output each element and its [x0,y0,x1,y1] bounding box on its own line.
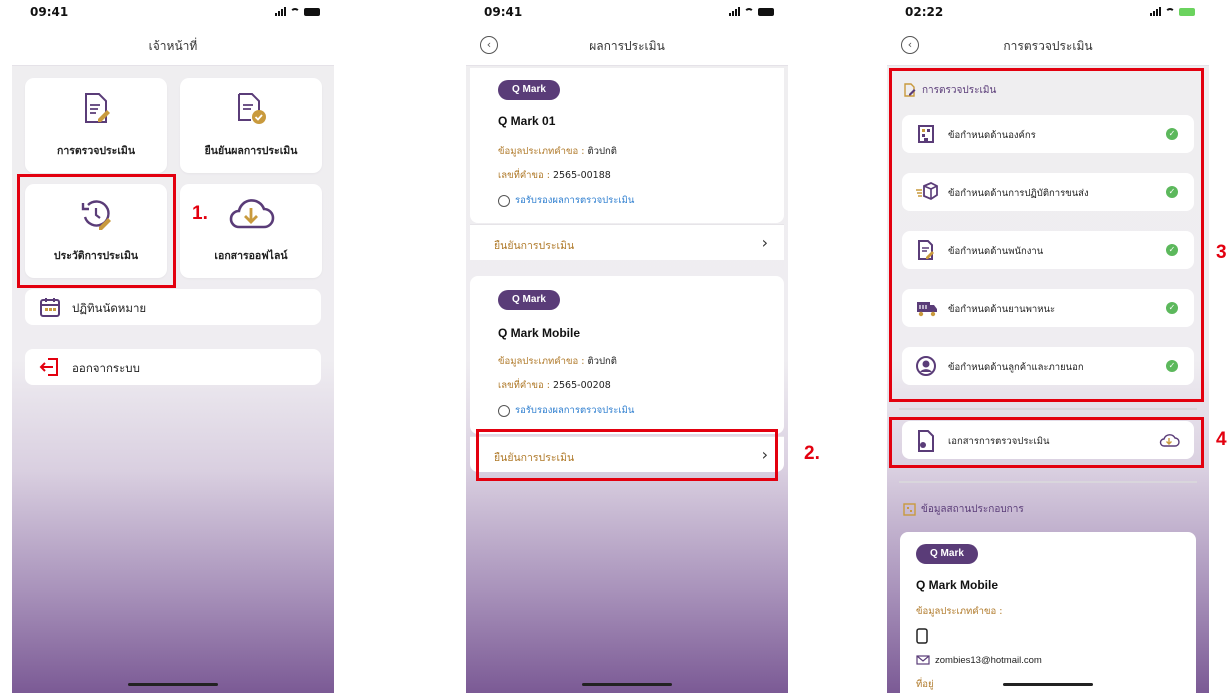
status-bar: 09:41 [466,0,788,28]
phone-screen-assessment-results: 09:41 ‹ ผลการประเมิน Q Mark Q Mark 01 ข้… [466,0,788,693]
tile-label: การตรวจประเมิน [56,145,136,157]
row-label: ปฏิทินนัดหมาย [72,301,147,315]
request-type-label: ข้อมูลประเภทคำขอ : [498,146,585,157]
mail-icon [916,655,930,666]
request-number-value: 2565-00208 [552,380,611,391]
section-header-place: ข้อมูลสถานประกอบการ [903,502,1024,517]
step-marker-4: 4 [1216,429,1227,450]
section-title: ข้อมูลสถานประกอบการ [921,504,1024,515]
calendar-row[interactable]: ปฏิทินนัดหมาย [25,289,321,325]
divider [899,408,1197,410]
wifi-icon [744,8,754,16]
request-number: เลขที่คำขอ : 2565-00188 [498,168,611,183]
tile-label: ยืนยันผลการประเมิน [204,145,298,157]
tile-label: เอกสารออฟไลน์ [214,250,288,262]
radio-circle-icon [498,404,510,417]
qmark-badge: Q Mark [916,544,978,564]
status-time: 09:41 [484,5,523,19]
highlight-box-requirements [889,68,1204,402]
status-icons [1150,7,1195,16]
page-title: ผลการประเมิน [589,39,665,53]
status-bar: 02:22 [887,0,1209,28]
status-label: รอรับรองผลการตรวจประเมิน [515,195,635,206]
nav-bar: ‹ ผลการประเมิน [466,28,788,66]
approved-document-icon [238,93,266,124]
phone-screen-officer-menu: 09:41 เจ้าหน้าที่ การตรวจประเมิน ยืนยันผ… [12,0,334,693]
confirm-label: ยืนยันการประเมิน [494,240,575,252]
page-title: เจ้าหน้าที่ [148,39,198,53]
assessment-card-2: Q Mark Q Mark Mobile ข้อมูลประเภทคำขอ : … [470,276,784,434]
signal-icon [729,7,740,16]
divider [899,481,1197,483]
logout-icon [39,358,58,376]
chevron-right-icon: › [761,233,768,252]
status-radio[interactable]: รอรับรองผลการตรวจประเมิน [498,403,634,418]
step-marker-1: 1. [192,203,208,224]
status-icons [729,7,774,16]
card-title: Q Mark Mobile [916,578,999,592]
email-value: zombies13@hotmail.com [935,655,1042,666]
cloud-download-icon [229,199,275,229]
request-type: ข้อมูลประเภทคำขอ : [916,604,1002,619]
request-type-label: ข้อมูลประเภทคำขอ : [916,606,1003,617]
confirm-assessment-button-1[interactable]: ยืนยันการประเมิน › [470,224,784,260]
nav-bar: เจ้าหน้าที่ [12,28,334,66]
radio-circle-icon [498,194,510,207]
place-card: Q Mark Q Mark Mobile ข้อมูลประเภทคำขอ : … [900,532,1196,693]
assessment-card-1: Q Mark Q Mark 01 ข้อมูลประเภทคำขอ : ติวป… [470,68,784,223]
status-label: รอรับรองผลการตรวจประเมิน [515,405,635,416]
request-number-value: 2565-00188 [552,170,611,181]
request-type-value: ติวปกติ [587,146,617,157]
home-indicator [128,683,218,686]
qmark-badge: Q Mark [498,290,560,310]
signal-icon [275,7,286,16]
request-type: ข้อมูลประเภทคำขอ : ติวปกติ [498,144,617,159]
page-title: การตรวจประเมิน [1003,39,1093,53]
battery-charging-icon [1179,8,1195,16]
card-title: Q Mark 01 [498,114,556,128]
request-number-label: เลขที่คำขอ : [498,170,550,181]
tile-offline-documents[interactable]: เอกสารออฟไลน์ [180,184,322,278]
request-type-label: ข้อมูลประเภทคำขอ : [498,356,585,367]
calendar-icon [40,298,60,317]
request-number: เลขที่คำขอ : 2565-00208 [498,378,611,393]
status-icons [275,7,320,16]
qmark-badge: Q Mark [498,80,560,100]
request-type: ข้อมูลประเภทคำขอ : ติวปกติ [498,354,617,369]
status-bar: 09:41 [12,0,334,28]
request-number-label: เลขที่คำขอ : [498,380,550,391]
address-label: ที่อยู่ [916,679,934,690]
status-time: 09:41 [30,5,69,19]
logout-row[interactable]: ออกจากระบบ [25,349,321,385]
nav-bar: ‹ การตรวจประเมิน [887,28,1209,66]
email-line: zombies13@hotmail.com [916,655,1042,666]
request-type-value: ติวปกติ [587,356,617,367]
highlight-box-confirm [476,429,778,481]
home-indicator [582,683,672,686]
highlight-box-documents [889,417,1204,468]
tile-confirm-results[interactable]: ยืนยันผลการประเมิน [180,78,322,173]
home-indicator [1003,683,1093,686]
wifi-icon [290,8,300,16]
row-label: ออกจากระบบ [72,361,140,375]
step-marker-3: 3 [1216,242,1227,263]
battery-icon [304,8,320,16]
edit-document-icon [85,93,110,123]
building-icon [903,502,916,516]
wifi-icon [1165,8,1175,16]
step-marker-2: 2. [804,443,820,464]
card-title: Q Mark Mobile [498,326,581,340]
phone-icon [916,628,928,644]
tile-assessment[interactable]: การตรวจประเมิน [25,78,167,173]
status-radio[interactable]: รอรับรองผลการตรวจประเมิน [498,193,634,208]
status-time: 02:22 [905,5,944,19]
battery-icon [758,8,774,16]
signal-icon [1150,7,1161,16]
highlight-box-history [17,174,176,288]
